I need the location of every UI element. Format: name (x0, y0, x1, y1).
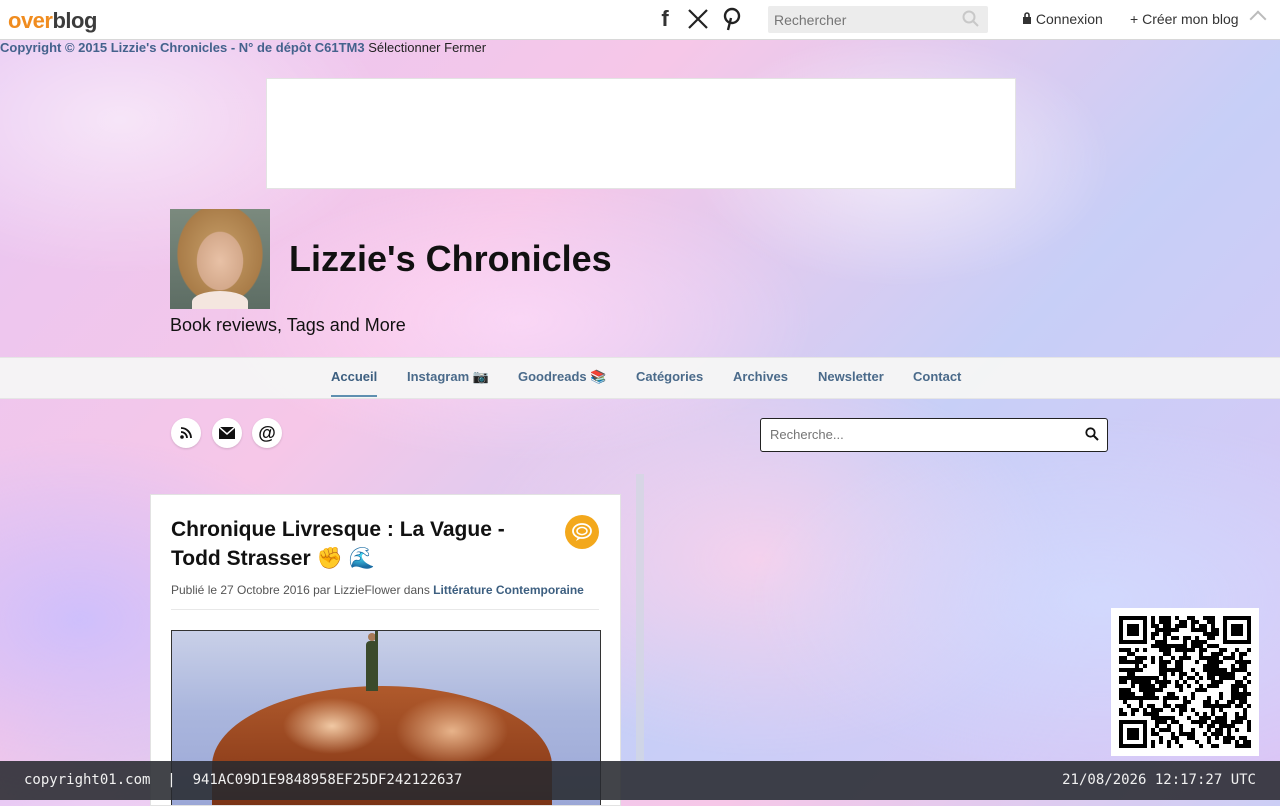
sidebar-search-input[interactable] (761, 419, 1079, 449)
rss-icon[interactable] (171, 418, 201, 448)
nav-item-categories[interactable]: Catégories (636, 369, 703, 384)
top-search-input[interactable] (768, 6, 965, 33)
footer-id-text: copyright01.com | 941AC09D1E9848958EF25D… (24, 772, 463, 788)
facebook-icon[interactable]: f (653, 6, 677, 31)
nav-item-contact[interactable]: Contact (913, 369, 961, 384)
create-blog-link[interactable]: + Créer mon blog (1130, 11, 1239, 27)
create-blog-label: Créer mon blog (1142, 11, 1239, 27)
search-icon[interactable] (962, 10, 980, 33)
mail-icon[interactable] (212, 418, 242, 448)
site-title[interactable]: Lizzie's Chronicles (289, 238, 612, 280)
close-link[interactable]: Fermer (444, 40, 486, 55)
top-bar: overblog f Connexion + Créer mon blog (0, 0, 1280, 40)
speech-bubble-icon[interactable] (565, 515, 599, 549)
nav-item-instagram[interactable]: Instagram 📷 (407, 369, 489, 385)
post-category-link[interactable]: Littérature Contemporaine (433, 583, 584, 597)
column-divider (636, 474, 644, 764)
avatar-collar (192, 291, 248, 309)
cover-person-figure (366, 631, 378, 691)
post-card: Chronique Livresque : La Vague - Todd St… (150, 494, 621, 806)
top-search-box (768, 6, 988, 33)
lock-icon (1023, 12, 1031, 24)
post-meta-text: Publié le 27 Octobre 2016 par LizzieFlow… (171, 583, 430, 597)
copyright-notice: Copyright © 2015 Lizzie's Chronicles - N… (0, 40, 486, 55)
at-icon[interactable]: @ (252, 418, 282, 448)
login-label: Connexion (1035, 11, 1103, 27)
site-subtitle: Book reviews, Tags and More (170, 315, 406, 335)
nav-item-goodreads[interactable]: Goodreads 📚 (518, 369, 606, 385)
logo-part-blog: blog (52, 8, 97, 33)
copyright-text: Copyright © 2015 Lizzie's Chronicles - N… (0, 40, 365, 55)
post-divider (171, 609, 599, 610)
qr-code (1111, 608, 1259, 756)
logo-part-over: over (8, 8, 53, 33)
main-nav: Accueil Instagram 📷 Goodreads 📚 Catégori… (0, 357, 1280, 399)
chevron-up-icon[interactable] (1249, 10, 1267, 28)
watermark-footer: copyright01.com | 941AC09D1E9848958EF25D… (0, 761, 1280, 800)
nav-item-newsletter[interactable]: Newsletter (818, 369, 884, 384)
x-icon[interactable] (686, 7, 710, 31)
footer-timestamp: 21/08/2026 12:17:27 UTC (1062, 772, 1256, 788)
select-link[interactable]: Sélectionner (368, 40, 440, 55)
nav-item-accueil[interactable]: Accueil (331, 369, 378, 397)
post-title[interactable]: Chronique Livresque : La Vague - Todd St… (171, 515, 551, 573)
post-meta: Publié le 27 Octobre 2016 par LizzieFlow… (171, 583, 584, 597)
sidebar-search-box (760, 418, 1108, 452)
ad-banner (266, 78, 1016, 189)
nav-item-archives[interactable]: Archives (733, 369, 788, 384)
plus-icon: + (1130, 11, 1139, 27)
overblog-logo[interactable]: overblog (8, 8, 97, 34)
pinterest-icon[interactable] (720, 7, 744, 31)
blog-avatar[interactable] (170, 209, 270, 309)
search-icon[interactable] (1085, 427, 1099, 446)
login-link[interactable]: Connexion (1022, 11, 1103, 27)
